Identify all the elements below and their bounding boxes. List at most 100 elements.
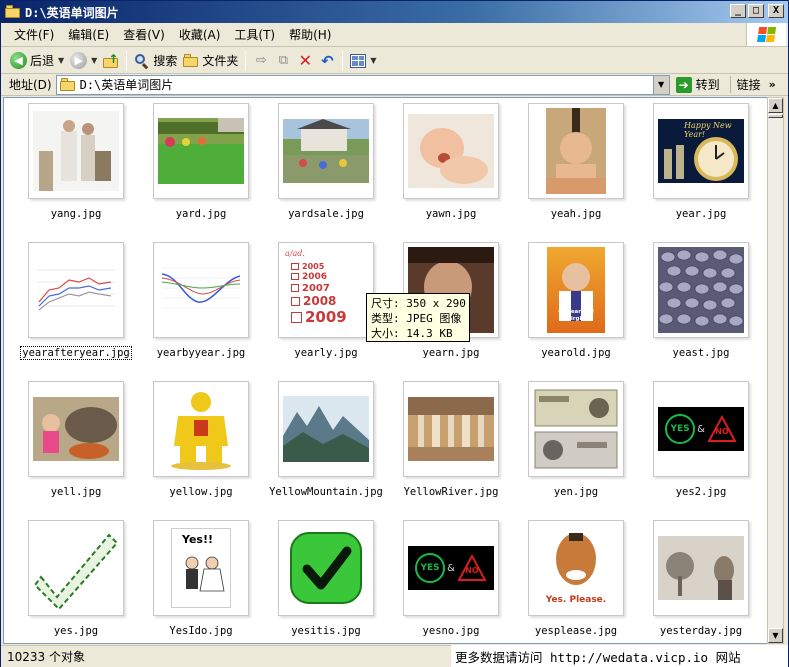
forward-button[interactable]: ▶ ▼ [67, 50, 100, 72]
file-name[interactable]: yang.jpg [4, 208, 148, 220]
file-item[interactable]: yawn.jpg [379, 103, 499, 228]
undo-button[interactable]: ↶ [316, 50, 338, 72]
file-view[interactable]: yang.jpg yard.jpg yardsale.jpg yawn.jpg … [3, 97, 767, 644]
file-name[interactable]: yard.jpg [129, 208, 273, 220]
file-name[interactable]: yearafteryear.jpg [4, 346, 148, 360]
scroll-up-arrow-icon[interactable]: ▲ [768, 98, 783, 113]
minimize-button[interactable]: _ [730, 4, 746, 18]
file-item[interactable]: yard.jpg [129, 103, 249, 228]
amp-label: & [697, 423, 705, 435]
thumbnail: 40-Year-Old Virgin [528, 242, 624, 338]
file-item[interactable]: yardsale.jpg [254, 103, 374, 228]
address-label: 地址(D) [9, 78, 52, 92]
scroll-thumb[interactable] [768, 114, 783, 118]
file-item[interactable]: a/ad. 2005 2006 2007 2008 2009 yearly.jp… [254, 242, 374, 367]
menu-favorites[interactable]: 收藏(A) [172, 25, 228, 45]
move-to-button[interactable]: ⇨ [250, 50, 272, 72]
forward-dropdown-icon[interactable]: ▼ [91, 56, 97, 65]
watermark-text: 更多数据请访问 http://wedata.vicp.io 网站 [451, 645, 788, 667]
file-name-selected[interactable]: yearafteryear.jpg [20, 346, 132, 360]
menu-file[interactable]: 文件(F) [7, 25, 61, 45]
thumbnail: a/ad. 2005 2006 2007 2008 2009 [278, 242, 374, 338]
file-item[interactable]: YellowMountain.jpg [254, 381, 383, 506]
delete-button[interactable]: ✕ [294, 50, 316, 72]
go-button[interactable]: ➔ 转到 [675, 76, 720, 93]
thumbnail [528, 381, 624, 477]
menu-bar: 文件(F) 编辑(E) 查看(V) 收藏(A) 工具(T) 帮助(H) [1, 23, 788, 47]
back-button[interactable]: ◀ 后退 ▼ [7, 50, 67, 72]
no-label: NO [465, 566, 479, 575]
title-bar[interactable]: D:\英语单词图片 _ □ X [1, 1, 788, 23]
file-name[interactable]: yes2.jpg [629, 486, 767, 498]
file-item[interactable]: yellow.jpg [129, 381, 249, 506]
file-item[interactable]: yang.jpg [4, 103, 124, 228]
links-button[interactable]: 链接 » [729, 76, 776, 93]
file-name[interactable]: yardsale.jpg [254, 208, 398, 220]
file-item[interactable]: yeast.jpg [629, 242, 749, 367]
file-name[interactable]: yes.jpg [4, 625, 148, 637]
file-item[interactable]: Yes. Please. yesplease.jpg [504, 520, 624, 643]
yes-label: YES [670, 424, 690, 434]
file-item[interactable]: YellowRiver.jpg [379, 381, 499, 506]
menu-help[interactable]: 帮助(H) [282, 25, 338, 45]
file-name[interactable]: yell.jpg [4, 486, 148, 498]
file-item[interactable]: yearbyyear.jpg [129, 242, 249, 367]
file-item[interactable]: Happy New Year! year.jpg [629, 103, 749, 228]
file-item[interactable]: yes.jpg [4, 520, 124, 643]
file-item[interactable]: yesterday.jpg [629, 520, 749, 643]
file-name[interactable]: year.jpg [629, 208, 767, 220]
maximize-button[interactable]: □ [748, 4, 764, 18]
thumbnail [653, 242, 749, 338]
file-name[interactable]: yen.jpg [504, 486, 648, 498]
file-item[interactable]: yeah.jpg [504, 103, 624, 228]
go-label: 转到 [695, 78, 720, 92]
search-button[interactable]: 搜索 [131, 50, 180, 72]
yearold-title-text: 40-Year-Old Virgin [558, 309, 594, 322]
file-name[interactable]: yawn.jpg [379, 208, 523, 220]
file-item[interactable]: yen.jpg [504, 381, 624, 506]
back-label: 后退 [30, 54, 55, 68]
file-item[interactable]: YES & NO yes2.jpg [629, 381, 749, 506]
vertical-scrollbar[interactable]: ▲ ▼ [767, 97, 784, 644]
yearly-year: 2009 [305, 308, 347, 326]
file-item[interactable]: yearafteryear.jpg [4, 242, 132, 367]
file-name[interactable]: yearbyyear.jpg [129, 347, 273, 359]
file-name[interactable]: yeah.jpg [504, 208, 648, 220]
file-name[interactable]: yesno.jpg [379, 625, 523, 637]
thumbnail: YES & NO [403, 520, 499, 616]
links-label: 链接 [736, 78, 761, 92]
copy-to-button[interactable]: ⧉ [272, 50, 294, 72]
views-dropdown-icon: ▼ [370, 56, 377, 65]
file-name[interactable]: yesplease.jpg [504, 625, 648, 637]
toolbar: ◀ 后退 ▼ ▶ ▼ ↑ 搜索 文件夹 ⇨ ⧉ ✕ ↶ ▼ [1, 48, 788, 74]
file-item[interactable]: 40-Year-Old Virgin yearold.jpg [504, 242, 624, 367]
file-name[interactable]: yearn.jpg [379, 347, 523, 359]
close-button[interactable]: X [768, 4, 784, 18]
menu-edit[interactable]: 编辑(E) [61, 25, 116, 45]
menu-view[interactable]: 查看(V) [116, 25, 172, 45]
folders-button[interactable]: 文件夹 [180, 50, 241, 72]
file-name[interactable]: YellowMountain.jpg [254, 486, 398, 498]
back-dropdown-icon[interactable]: ▼ [58, 56, 64, 65]
address-field[interactable]: D:\英语单词图片 ▼ [55, 74, 670, 95]
file-item[interactable]: Yes!! YesIdo.jpg [129, 520, 249, 643]
up-folder-button[interactable]: ↑ [100, 50, 122, 72]
scroll-down-arrow-icon[interactable]: ▼ [768, 628, 783, 643]
file-name[interactable]: yearly.jpg [254, 347, 398, 359]
file-name[interactable]: yearold.jpg [504, 347, 648, 359]
file-name[interactable]: yesterday.jpg [629, 625, 767, 637]
file-name[interactable]: yesitis.jpg [254, 625, 398, 637]
thumbnail: Yes. Please. [528, 520, 624, 616]
file-item[interactable]: yell.jpg [4, 381, 124, 506]
file-item[interactable]: yesitis.jpg [254, 520, 374, 643]
file-name[interactable]: yeast.jpg [629, 347, 767, 359]
file-name[interactable]: YesIdo.jpg [129, 625, 273, 637]
views-button[interactable]: ▼ [347, 50, 379, 72]
file-name[interactable]: yellow.jpg [129, 486, 273, 498]
file-item[interactable]: YES & NO yesno.jpg [379, 520, 499, 643]
menu-tools[interactable]: 工具(T) [227, 25, 282, 45]
year-banner-text: Happy New Year! [684, 121, 732, 139]
file-name[interactable]: YellowRiver.jpg [379, 486, 523, 498]
address-dropdown-icon[interactable]: ▼ [652, 75, 669, 94]
chevron-right-icon: » [768, 78, 776, 91]
